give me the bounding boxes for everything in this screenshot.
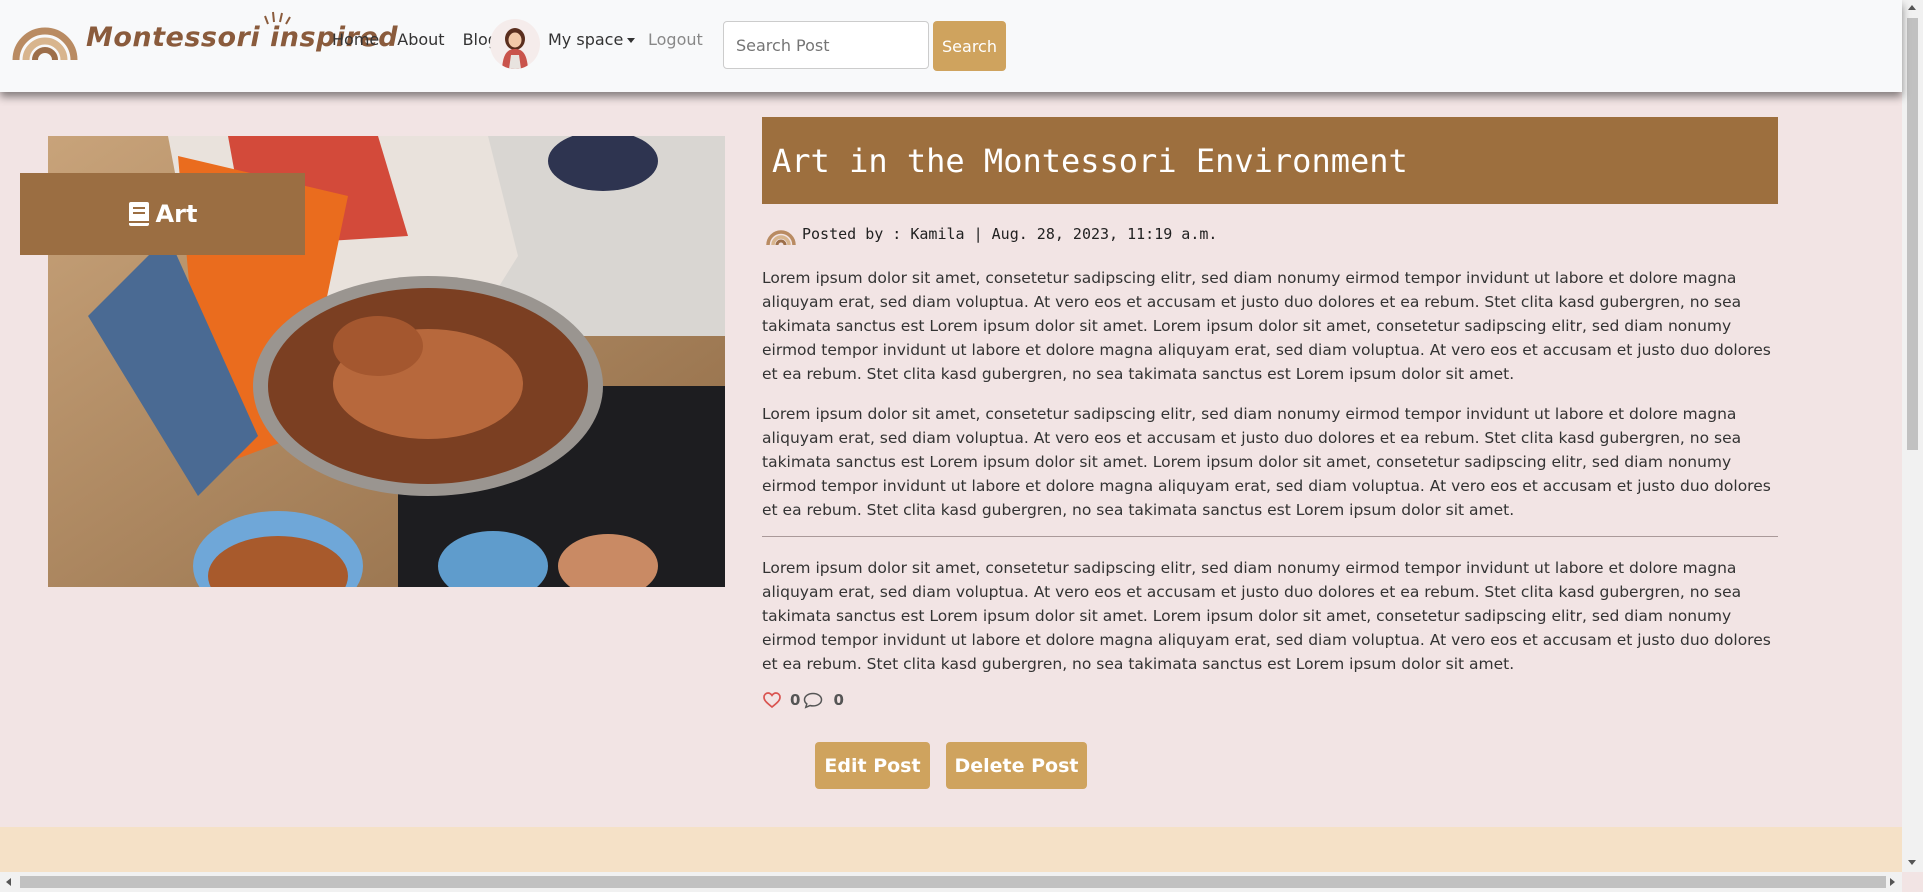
category-badge[interactable]: Art — [20, 173, 305, 255]
vertical-scroll-thumb[interactable] — [1907, 18, 1918, 450]
horizontal-scrollbar[interactable] — [0, 872, 1902, 892]
post-meta: Posted by : Kamila | Aug. 28, 2023, 11:1… — [766, 222, 1217, 246]
rainbow-logo-icon — [12, 27, 78, 61]
user-avatar[interactable] — [490, 19, 540, 69]
category-label: Art — [155, 200, 198, 228]
scroll-down-icon[interactable] — [1908, 860, 1916, 865]
book-icon — [128, 202, 149, 226]
navbar: Montessori inspired Home About Blog My s… — [0, 0, 1902, 92]
scroll-left-icon[interactable] — [6, 878, 11, 886]
search-input[interactable] — [723, 21, 929, 69]
post-paragraph-1: Lorem ipsum dolor sit amet, consetetur s… — [762, 269, 1771, 383]
likes-count: 0 — [790, 691, 801, 709]
search-button[interactable]: Search — [933, 21, 1006, 71]
nav-about[interactable]: About — [397, 30, 444, 49]
avatar-girl-icon — [502, 28, 528, 69]
delete-post-button[interactable]: Delete Post — [946, 742, 1087, 789]
post-title: Art in the Montessori Environment — [772, 141, 1408, 180]
comments-count: 0 — [833, 691, 844, 709]
heart-icon[interactable] — [763, 692, 781, 708]
vertical-scrollbar[interactable] — [1902, 0, 1923, 872]
rainbow-small-icon — [766, 230, 796, 246]
post-reactions: 0 0 — [763, 691, 844, 709]
comment-icon[interactable] — [803, 692, 823, 709]
footer — [0, 827, 1902, 872]
post-paragraph-2: Lorem ipsum dolor sit amet, consetetur s… — [762, 405, 1771, 519]
post-title-box: Art in the Montessori Environment — [762, 117, 1778, 204]
caret-down-icon — [627, 38, 636, 43]
edit-post-button[interactable]: Edit Post — [815, 742, 930, 789]
nav-links: Home About Blog — [332, 30, 516, 49]
logout-link[interactable]: Logout — [648, 30, 703, 49]
scroll-right-icon[interactable] — [1890, 878, 1895, 886]
post-paragraph-3: Lorem ipsum dolor sit amet, consetetur s… — [762, 559, 1771, 673]
my-space-label: My space — [548, 30, 624, 49]
my-space-dropdown[interactable]: My space — [548, 30, 636, 49]
nav-home[interactable]: Home — [332, 30, 379, 49]
horizontal-scroll-thumb[interactable] — [20, 876, 1886, 888]
divider — [762, 536, 1778, 537]
scroll-up-icon[interactable] — [1908, 5, 1916, 10]
post-meta-text: Posted by : Kamila | Aug. 28, 2023, 11:1… — [802, 225, 1218, 243]
sun-rays-icon — [264, 11, 291, 25]
